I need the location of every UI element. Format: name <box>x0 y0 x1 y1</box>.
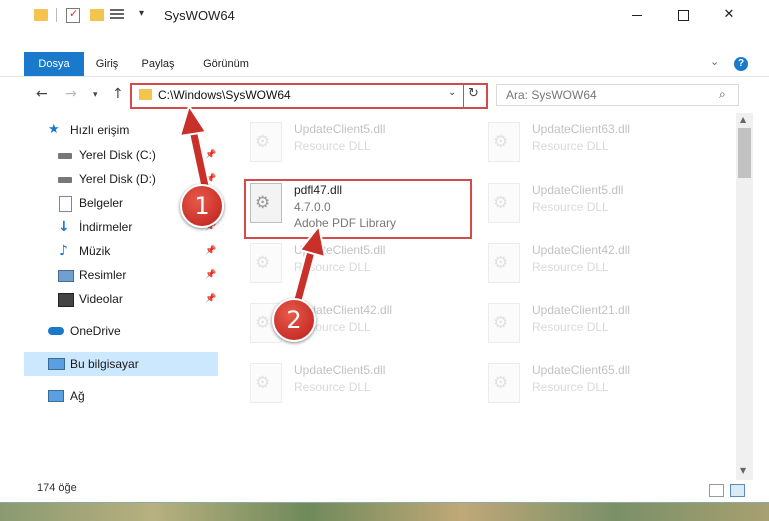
arrow-2-head <box>298 223 327 259</box>
arrow-1-head <box>178 103 208 138</box>
annotation-arrows <box>178 103 327 306</box>
step-badge-2: 2 <box>272 298 316 342</box>
step-badge-1: 1 <box>180 184 224 228</box>
